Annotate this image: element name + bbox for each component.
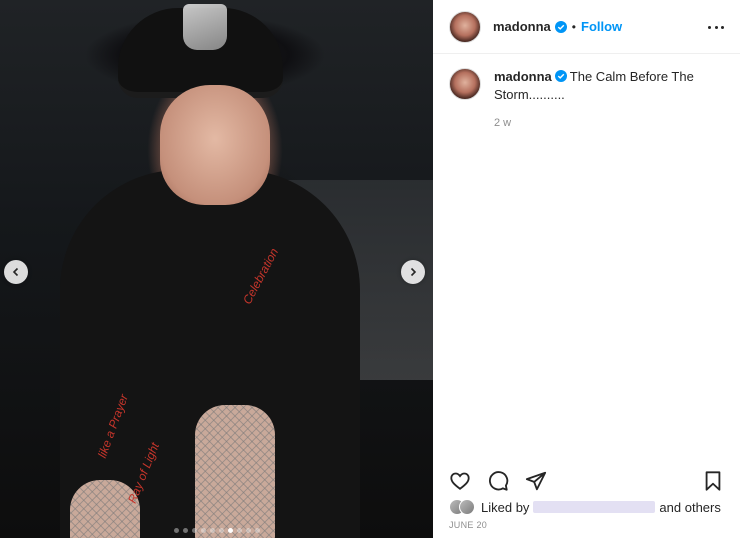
carousel-dot [254,528,260,533]
avatar[interactable] [449,68,481,100]
carousel-dot [191,528,197,533]
chevron-right-icon [410,267,417,277]
carousel-dot [200,528,206,533]
header-username-link[interactable]: madonna [493,19,551,34]
caption-timestamp[interactable]: 2 w [494,114,729,132]
likes-summary[interactable]: Liked by and others [449,498,721,516]
carousel-dot [218,528,224,533]
carousel-dot [209,528,215,533]
likes-others-link[interactable]: and others [659,500,720,515]
carousel-dot [227,528,233,533]
paper-plane-icon[interactable] [525,470,547,492]
carousel-dot [245,528,251,533]
carousel-dot [236,528,242,533]
verified-badge-icon [554,70,567,82]
post-media-carousel[interactable]: Celebration like a Prayer Ray of Light [0,0,433,538]
post-header: madonna • Follow [433,0,740,54]
redacted-username [533,501,656,513]
verified-badge-icon [554,20,567,33]
photo-hat-badge [183,4,227,50]
carousel-next-button[interactable] [401,260,425,284]
carousel-dot [182,528,188,533]
comment-bubble-icon[interactable] [487,470,509,492]
carousel-prev-button[interactable] [4,260,28,284]
follow-button[interactable]: Follow [581,19,622,34]
post-sidebar: madonna • Follow madonna The Calm Before… [433,0,740,538]
post-caption: madonna The Calm Before The Storm.......… [449,68,729,132]
photo-face [160,85,270,205]
post-actions-bar [449,470,724,492]
bookmark-icon[interactable] [702,470,724,492]
liked-by-label: Liked by [481,499,530,515]
caption-body: madonna The Calm Before The Storm.......… [494,68,729,132]
photo-fishnet-right [195,405,275,538]
heart-icon[interactable] [449,470,471,492]
header-separator: • [571,19,576,34]
carousel-pagination-dots [0,528,433,533]
carousel-dot [173,528,179,533]
avatar [459,499,475,515]
post-date[interactable]: JUNE 20 [449,520,487,530]
chevron-left-icon [12,267,19,277]
avatar[interactable] [449,10,481,43]
caption-username-link[interactable]: madonna [494,69,552,84]
more-options-icon[interactable] [708,19,724,35]
